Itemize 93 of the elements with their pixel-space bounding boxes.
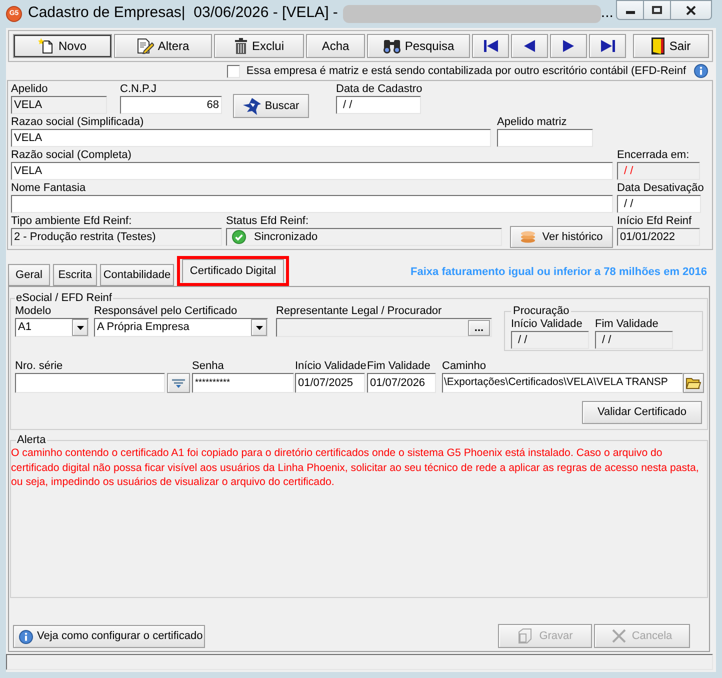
field-label: Caminho [442, 360, 486, 373]
input-field[interactable]: ********** [192, 373, 294, 393]
group-title: Procuração [512, 305, 570, 318]
folder-button[interactable] [683, 373, 704, 393]
field-label: Início Validade [511, 318, 582, 331]
filter-button[interactable] [167, 373, 190, 393]
first-record-icon [484, 40, 498, 52]
folder-icon [686, 377, 701, 389]
input-field[interactable]: / / [617, 195, 701, 213]
input-field[interactable] [15, 373, 165, 393]
tab[interactable]: Certificado Digital [182, 259, 284, 283]
close-button[interactable] [671, 0, 712, 20]
field-label: Fim Validade [367, 360, 430, 373]
toolbar-button[interactable]: Sair [633, 34, 709, 58]
field-label: Modelo [15, 305, 52, 318]
search-button[interactable]: Buscar [233, 94, 309, 118]
tab[interactable]: Geral [8, 264, 50, 286]
field-label: Apelido matriz [497, 116, 567, 129]
check-circle-icon [232, 230, 246, 244]
field-label: Status Efd Reinf: [226, 215, 309, 228]
toolbar-button[interactable]: Acha [306, 34, 365, 58]
toolbar-button[interactable] [472, 34, 509, 58]
toolbar-button[interactable] [511, 34, 548, 58]
group-title: eSocial / EFD Reinf [15, 292, 113, 305]
field-label: Razão social (Completa) [11, 149, 132, 162]
tab[interactable]: Contabilidade [100, 264, 174, 286]
dropdown-button[interactable] [72, 319, 88, 336]
previous-icon [524, 40, 535, 52]
toolbar-button[interactable]: Novo [13, 34, 112, 58]
edit-document-icon [136, 38, 154, 54]
info-icon [19, 630, 33, 644]
toolbar-button[interactable]: Altera [114, 34, 212, 58]
last-record-icon [600, 40, 614, 52]
caret-down-icon [76, 326, 84, 330]
input-field[interactable]: / / [336, 96, 421, 114]
maximize-button[interactable] [644, 0, 671, 20]
field-label: Razao social (Simplificada) [11, 116, 144, 129]
dropdown-field[interactable]: A1 [15, 318, 89, 337]
info-icon [694, 64, 708, 78]
binoculars-icon [382, 38, 401, 54]
caret-down-icon [256, 326, 262, 330]
minimize-icon [626, 11, 634, 14]
alert-message: O caminho contendo o certificado A1 foi copiado para o diretório certificados onde o sistema G5 Phoenix está instalado. Caso o arquivo do certificado digital não possa ficar visível aos usuários da Linha Phoenix, solicitar ao seu técnico de rede a aplicar as regras de acesso nesta pasta, ou seja, impedindo os usuários de visualizar o arquivo do certificado. [11, 446, 700, 490]
field-label: Encerrada em: [617, 149, 690, 162]
input-field[interactable]: VELA [11, 162, 613, 180]
input-field[interactable]: 01/07/2025 [295, 373, 365, 393]
input-field[interactable]: \Exportações\Certificados\VELA\VELA TRANSP [442, 373, 683, 393]
checkbox[interactable] [227, 64, 240, 78]
input-field[interactable] [497, 129, 593, 147]
box-icon [517, 628, 534, 644]
trash-icon [234, 38, 248, 54]
tab[interactable]: Escrita [53, 264, 97, 286]
field-label: Fim Validade [595, 318, 658, 331]
window-title: Cadastro de Empresas| 03/06/2026 - [VELA] - [28, 3, 338, 24]
field-label: Nro. série [15, 360, 63, 373]
toolbar-button[interactable]: Exclui [214, 34, 304, 58]
filter-icon [172, 378, 185, 388]
coins-icon [520, 231, 536, 243]
emblem-icon [242, 98, 261, 114]
checkbox-label: Essa empresa é matriz e está sendo contabilizada por outro escritório contábil (EFD-Reinf [246, 64, 686, 79]
dropdown-button[interactable] [251, 319, 267, 336]
field-label: Tipo ambiente Efd Reinf: [11, 215, 132, 228]
field-label: Data de Cadastro [336, 83, 422, 96]
input-field[interactable]: 68 [120, 96, 222, 114]
validate-button[interactable]: Validar Certificado [582, 401, 702, 424]
field-label: Apelido [11, 83, 48, 96]
toolbar-button[interactable] [589, 34, 626, 58]
field-label: Senha [192, 360, 224, 373]
field-label: Representante Legal / Procurador [276, 305, 442, 318]
cross-icon [612, 629, 626, 643]
field-label: C.N.P.J [120, 83, 156, 96]
toolbar-button[interactable]: Pesquisa [367, 34, 470, 58]
input-field[interactable] [11, 195, 613, 213]
field-label: Data Desativação [617, 182, 704, 195]
toolbar-button[interactable] [550, 34, 587, 58]
field-label: Início Validade [295, 360, 366, 373]
close-icon [686, 6, 696, 14]
field-label: Nome Fantasia [11, 182, 86, 195]
history-button[interactable]: Ver histórico [510, 226, 613, 248]
input-field[interactable]: 01/07/2026 [367, 373, 436, 393]
minimize-button[interactable] [616, 0, 644, 20]
tax-notice: Faixa faturamento igual ou inferior a 78 milhões em 2016 [410, 265, 707, 280]
maximize-icon [652, 6, 662, 14]
dropdown-field[interactable]: A Própria Empresa [94, 318, 268, 337]
input-field[interactable]: VELA [11, 129, 491, 147]
group-title: Alerta [16, 434, 47, 446]
next-icon [563, 40, 574, 52]
door-icon [651, 37, 666, 55]
field-label: Responsável pelo Certificado [94, 305, 238, 318]
title-ellipsis: ... [600, 3, 614, 24]
new-document-icon [38, 38, 54, 54]
field-label: Início Efd Reinf [617, 215, 692, 228]
help-button[interactable]: Veja como configurar o certificado [13, 625, 205, 648]
